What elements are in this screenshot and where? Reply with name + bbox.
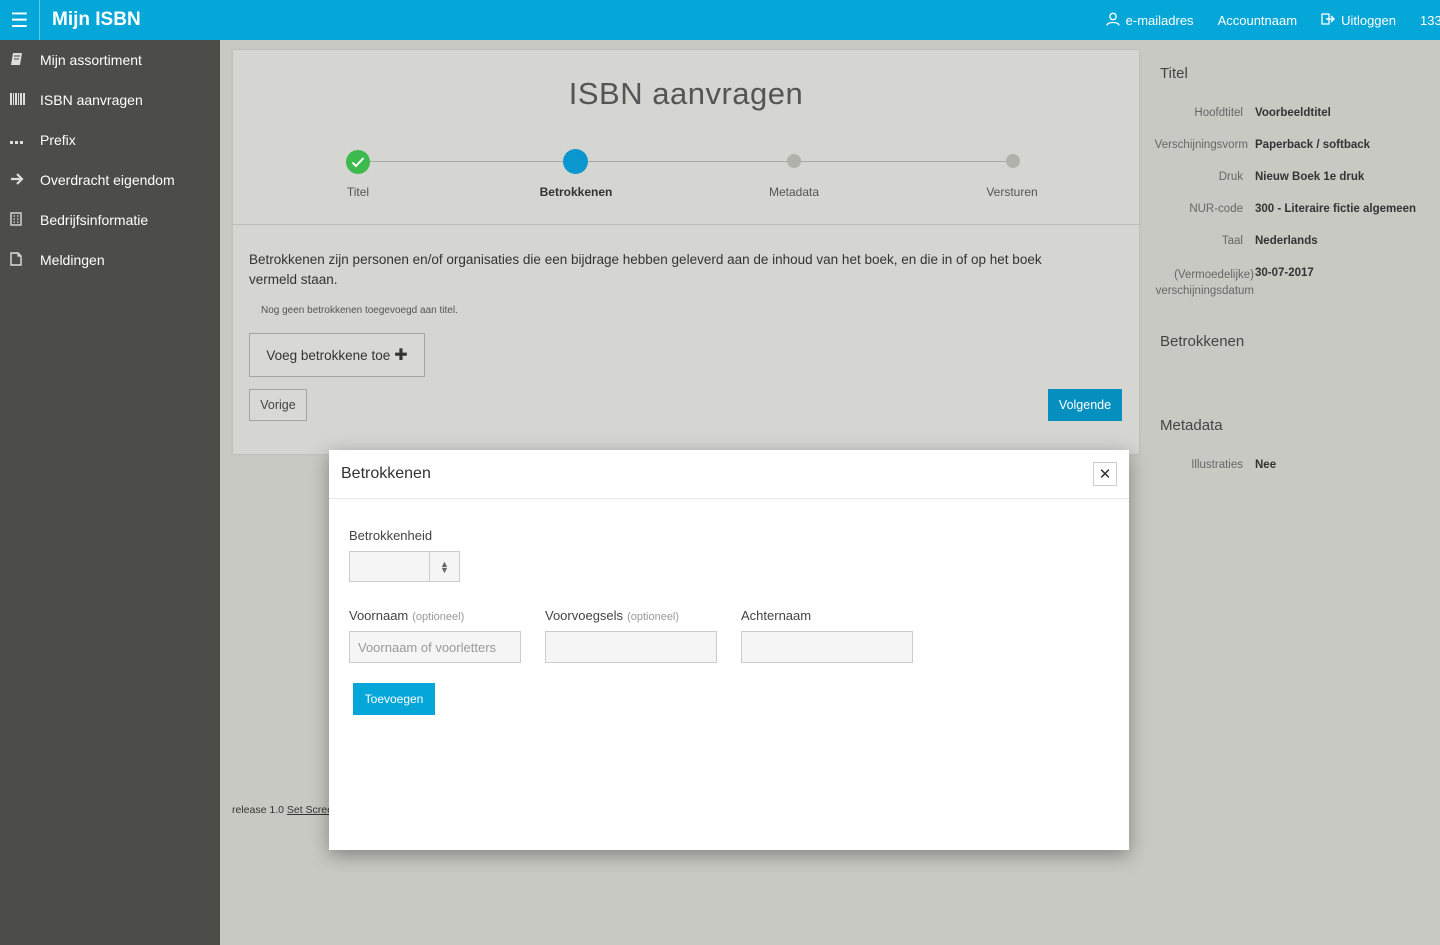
summary-key: Verschijningsvorm [1154,139,1248,151]
last-name-input[interactable] [741,631,913,663]
prefix-label-text: Voorvoegsels [545,608,624,623]
sidebar-item-isbn-aanvragen[interactable]: ISBN aanvragen [0,80,220,120]
summary-value: Paperback / softback [1255,139,1371,151]
document-icon [10,251,40,269]
sidebar-item-prefix[interactable]: Prefix [0,120,220,160]
sidebar: Mijn assortiment ISBN aanvragen Prefix O… [0,40,220,945]
previous-button[interactable]: Vorige [249,389,307,421]
sort-arrows-icon: ▲ ▼ [429,552,459,581]
last-name-label: Achternaam [741,608,812,623]
sidebar-item-label: Overdracht eigendom [40,172,175,188]
empty-note: Nog geen betrokkenen toegevoegd aan tite… [261,305,458,316]
wizard-panel: ISBN aanvragen Titel Betrokkenen Metadat… [233,50,1139,454]
arrow-right-icon [10,172,40,189]
email-label: e-mailadres [1125,12,1194,28]
summary-value: Nederlands [1255,235,1318,247]
sidebar-item-bedrijfsinformatie[interactable]: Bedrijfsinformatie [0,200,220,240]
prefix-label: Voorvoegsels (optioneel) [545,608,679,623]
add-betrokkene-button[interactable]: Voeg betrokkene toe ✚ [249,333,425,377]
modal-header: Betrokkenen ✕ [329,450,1129,499]
sidebar-item-label: ISBN aanvragen [40,92,143,108]
close-icon[interactable]: ✕ [1093,462,1117,486]
betrokkenen-modal: Betrokkenen ✕ Betrokkenheid ▲ ▼ Voornaam(… [329,450,1129,850]
sidebar-item-overdracht-eigendom[interactable]: Overdracht eigendom [0,160,220,200]
building-icon [10,211,40,229]
account-link[interactable]: Accountnaam [1218,13,1298,28]
hamburger-menu-icon[interactable]: ☰ [0,0,40,40]
release-label: release 1.0 [232,804,284,816]
summary-betrokkenen-heading: Betrokkenen [1160,333,1245,350]
step-label-betrokkenen[interactable]: Betrokkenen [516,185,636,199]
dots-icon [10,133,40,148]
summary-value: Voorbeeldtitel [1255,107,1331,119]
email-link[interactable]: e-mailadres [1105,12,1194,29]
sidebar-item-label: Mijn assortiment [40,52,142,68]
sidebar-item-label: Prefix [40,132,76,148]
step-pending-dot[interactable] [1006,154,1020,168]
step-done-check-icon[interactable] [346,150,370,174]
sidebar-item-label: Bedrijfsinformatie [40,212,149,228]
sidebar-item-meldingen[interactable]: Meldingen [0,240,220,280]
sidebar-item-mijn-assortiment[interactable]: Mijn assortiment [0,40,220,80]
user-icon [1105,12,1120,29]
wizard-header: ISBN aanvragen Titel Betrokkenen Metadat… [233,50,1139,225]
role-select[interactable]: ▲ ▼ [349,551,460,582]
summary-value: 30-07-2017 [1255,267,1314,279]
add-button[interactable]: Toevoegen [353,683,435,715]
sidebar-item-label: Meldingen [40,252,105,268]
barcode-icon [10,92,40,108]
summary-titel-heading: Titel [1160,65,1188,82]
step-label-versturen[interactable]: Versturen [952,185,1072,199]
logout-icon [1321,12,1336,28]
book-icon [10,52,40,69]
first-name-label: Voornaam (optioneel) [349,608,464,623]
summary-panel: Titel Hoofdtitel Voorbeeldtitel Verschij… [1140,50,1440,550]
first-name-input[interactable] [349,631,521,663]
prefix-input[interactable] [545,631,717,663]
release-footer: release 1.0 Set Screen [232,804,339,816]
next-button[interactable]: Volgende [1048,389,1122,421]
logout-label: Uitloggen [1341,12,1396,28]
summary-key: Druk [1218,171,1243,183]
first-name-label-text: Voornaam [349,608,409,623]
intro-text: Betrokkenen zijn personen en/of organisa… [249,252,1042,287]
add-betrokkene-label: Voeg betrokkene toe [266,347,391,363]
summary-value: Nee [1255,459,1277,471]
top-bar: ☰ Mijn ISBN e-mailadres Accountnaam Uitl… [0,0,1440,40]
summary-key: Taal [1221,235,1243,247]
summary-key: Hoofdtitel [1194,107,1243,119]
top-number[interactable]: 1337 [1420,13,1440,28]
summary-value: 300 - Literaire fictie algemeen [1255,203,1417,215]
summary-key: (Vermoedelijke) verschijningsdatum [1155,269,1254,297]
account-label: Accountnaam [1217,12,1298,28]
plus-icon: ✚ [394,347,408,364]
summary-value: Nieuw Boek 1e druk [1255,171,1365,183]
top-right-nav: e-mailadres Accountnaam Uitloggen 1337 [1082,0,1440,40]
step-pending-dot[interactable] [787,154,801,168]
summary-key: NUR-code [1189,203,1243,215]
step-label-titel[interactable]: Titel [298,185,418,199]
step-label-metadata[interactable]: Metadata [734,185,854,199]
modal-title: Betrokkenen [341,465,431,482]
optional-hint: (optioneel) [627,611,680,623]
logout-link[interactable]: Uitloggen [1321,12,1396,28]
summary-key: Illustraties [1191,459,1243,471]
role-label: Betrokkenheid [349,528,433,543]
stepper-line [358,161,1013,162]
brand-title[interactable]: Mijn ISBN [52,9,141,31]
step-active-dot[interactable] [563,149,588,174]
optional-hint: (optioneel) [412,611,465,623]
page-title: ISBN aanvragen [568,76,804,111]
summary-metadata-heading: Metadata [1160,417,1223,434]
